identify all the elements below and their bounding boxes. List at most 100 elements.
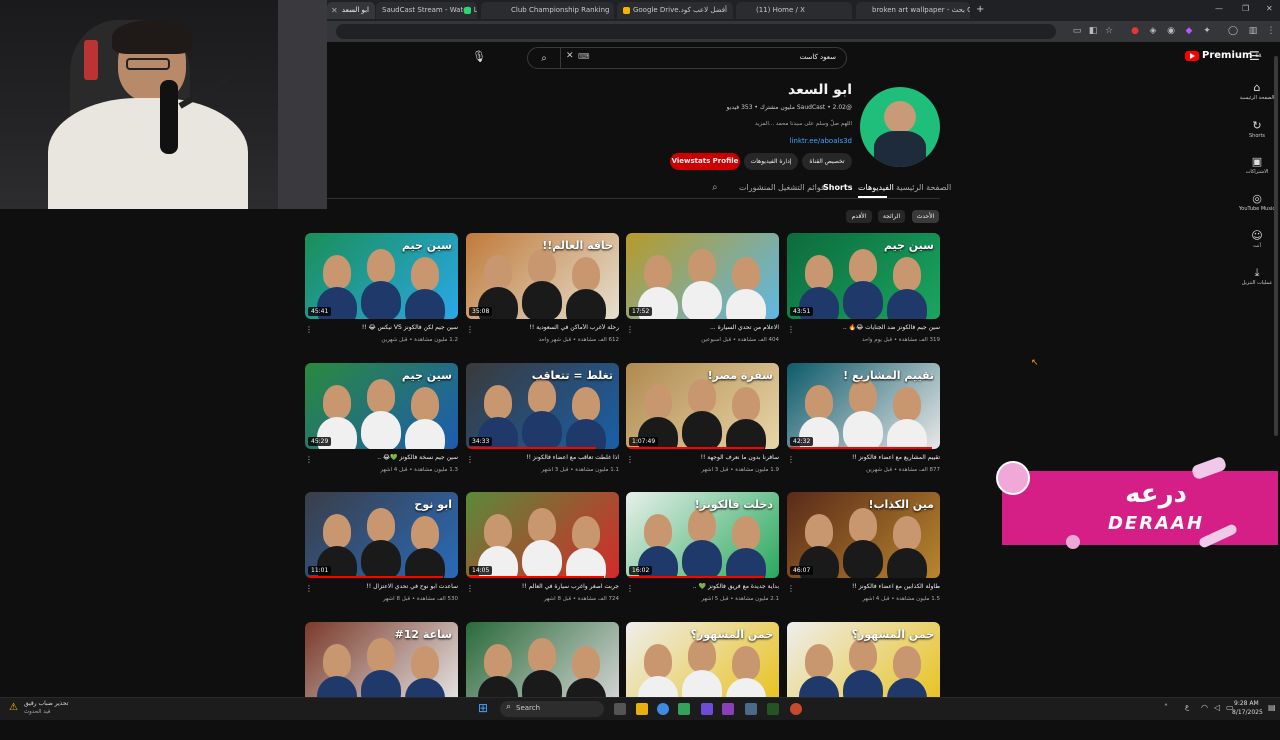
video-title[interactable]: سين جيم فالكونز ضد الجنايات 😂🔥 ..: [795, 324, 940, 331]
video-menu-icon[interactable]: ⋮: [466, 325, 474, 334]
chip-oldest[interactable]: الأقدم: [846, 210, 872, 223]
video-menu-icon[interactable]: ⋮: [466, 455, 474, 464]
video-thumbnail[interactable]: ابو نوح 11:01: [305, 492, 458, 578]
tray-chevron-icon[interactable]: ˄: [1164, 703, 1168, 712]
weather-title[interactable]: تحذير ضباب رقيق: [24, 700, 68, 707]
video-card[interactable]: 17:52 الاعلام من تحدي السيارة ... 404 ألف …: [626, 233, 779, 351]
video-thumbnail[interactable]: خمن المشهور؟: [787, 622, 940, 708]
channel-tab-playlists[interactable]: قوائم التشغيل: [778, 183, 825, 192]
tab-channel[interactable]: ابو السعد ✕: [327, 2, 375, 19]
video-thumbnail[interactable]: ساعة 12#: [305, 622, 458, 708]
video-card[interactable]: [466, 622, 619, 740]
app-icon[interactable]: [745, 703, 757, 715]
video-menu-icon[interactable]: ⋮: [466, 584, 474, 593]
extension-icon[interactable]: ●: [1130, 26, 1140, 36]
search-button[interactable]: ⌕: [528, 48, 561, 68]
volume-icon[interactable]: ◁: [1214, 703, 1220, 712]
hamburger-menu-icon[interactable]: ☰: [1249, 49, 1260, 63]
tab-x-home[interactable]: (11) Home / X: [736, 2, 852, 19]
app-icon[interactable]: [678, 703, 690, 715]
search-box[interactable]: ⌕ ✕ ⌨ سعود كاست: [527, 47, 847, 69]
video-title[interactable]: سين جيم لكن فالكونز VS نيكس 😂 !!: [313, 324, 458, 331]
chip-popular[interactable]: الرائجة: [878, 210, 905, 223]
channel-tab-shorts[interactable]: Shorts: [823, 183, 852, 192]
channel-tab-videos[interactable]: الفيديوهات: [858, 183, 894, 192]
video-card[interactable]: ساعة 12#: [305, 622, 458, 740]
video-thumbnail[interactable]: خمن المشهور؟: [626, 622, 779, 708]
video-card[interactable]: حافة العالم!! 35:08 رحلة لأغرب الأماكن في …: [466, 233, 619, 351]
sidebar-icon[interactable]: ▥: [1248, 26, 1258, 36]
clock-date[interactable]: 8/17/2025: [1232, 709, 1263, 716]
video-menu-icon[interactable]: ⋮: [626, 325, 634, 334]
app-icon[interactable]: [722, 703, 734, 715]
translate-icon[interactable]: ◧: [1088, 26, 1098, 36]
puzzle-icon[interactable]: ✦: [1202, 26, 1212, 36]
close-window-icon[interactable]: ✕: [1266, 4, 1273, 13]
channel-tab-home[interactable]: الصفحة الرئيسية: [896, 183, 951, 192]
video-title[interactable]: جربت اصغر واغرب سيارة في العالم !!: [474, 583, 619, 590]
video-thumbnail[interactable]: 14:05: [466, 492, 619, 578]
video-card[interactable]: تغلط = تتعاقب 34:33 اذا غلطت تعاقب مع اعضا…: [466, 363, 619, 481]
video-thumbnail[interactable]: تقييم المشاريع ! 42:32: [787, 363, 940, 449]
video-thumbnail[interactable]: سفرة مصر! 1:07:49: [626, 363, 779, 449]
video-menu-icon[interactable]: ⋮: [626, 584, 634, 593]
profile-icon[interactable]: ◯: [1228, 26, 1238, 36]
task-view-icon[interactable]: [614, 703, 626, 715]
keyboard-icon[interactable]: ⌨: [578, 52, 590, 61]
wifi-icon[interactable]: ◠: [1201, 703, 1208, 712]
video-title[interactable]: بداية جديدة مع فريق فالكونز 💚 ..: [634, 583, 779, 590]
weather-warning-icon[interactable]: ⚠: [9, 702, 18, 713]
video-thumbnail[interactable]: سين جيم 45:41: [305, 233, 458, 319]
extension-icon[interactable]: ◉: [1166, 26, 1176, 36]
video-thumbnail[interactable]: حافة العالم!! 35:08: [466, 233, 619, 319]
video-title[interactable]: ساعدت ابو نوح في تحدي الاعتزال !!: [313, 583, 458, 590]
video-thumbnail[interactable]: سين جيم 45:29: [305, 363, 458, 449]
video-card[interactable]: تقييم المشاريع ! 42:32 تقييم المشاريع مع ا…: [787, 363, 940, 481]
video-thumbnail[interactable]: تغلط = تتعاقب 34:33: [466, 363, 619, 449]
maximize-icon[interactable]: ❐: [1242, 4, 1249, 13]
video-card[interactable]: دخلت فالكونز! 16:02 بداية جديدة مع فريق فا…: [626, 492, 779, 610]
microphone-icon[interactable]: 🎙: [472, 50, 486, 63]
manage-videos-button[interactable]: إدارة الفيديوهات: [744, 153, 798, 170]
channel-search-icon[interactable]: ⌕: [712, 182, 718, 193]
chrome-icon[interactable]: [657, 703, 669, 715]
file-explorer-icon[interactable]: [636, 703, 648, 715]
video-thumbnail[interactable]: سين جيم 43:51: [787, 233, 940, 319]
customize-channel-button[interactable]: تخصيص القناة: [802, 153, 852, 170]
minimize-icon[interactable]: —: [1215, 4, 1223, 13]
video-title[interactable]: سافرنا بدون ما نعرف الوجهة !!: [634, 454, 779, 461]
video-menu-icon[interactable]: ⋮: [787, 455, 795, 464]
video-menu-icon[interactable]: ⋮: [787, 325, 795, 334]
cast-icon[interactable]: ▭: [1072, 26, 1082, 36]
excel-icon[interactable]: [767, 703, 779, 715]
video-thumbnail[interactable]: دخلت فالكونز! 16:02: [626, 492, 779, 578]
video-card[interactable]: ابو نوح 11:01 ساعدت ابو نوح في تحدي الاعتز…: [305, 492, 458, 610]
star-icon[interactable]: ☆: [1104, 26, 1114, 36]
video-menu-icon[interactable]: ⋮: [305, 455, 313, 464]
video-thumbnail[interactable]: [466, 622, 619, 708]
video-thumbnail[interactable]: 17:52: [626, 233, 779, 319]
clock-time[interactable]: 9:28 AM: [1234, 700, 1259, 707]
extension-icon[interactable]: ◆: [1184, 26, 1194, 36]
video-card[interactable]: سفرة مصر! 1:07:49 سافرنا بدون ما نعرف الوج…: [626, 363, 779, 481]
taskbar-search[interactable]: ⌕ Search: [500, 701, 604, 717]
omnibox[interactable]: [336, 24, 1056, 39]
tab-club-ranking[interactable]: Club Championship Ranking: [481, 2, 614, 19]
video-menu-icon[interactable]: ⋮: [305, 325, 313, 334]
chip-latest[interactable]: الأحدث: [912, 210, 939, 223]
video-title[interactable]: سين جيم نسخة فالكونز 💚😂 ..: [313, 454, 458, 461]
video-card[interactable]: خمن المشهور؟: [626, 622, 779, 740]
video-card[interactable]: 14:05 جربت اصغر واغرب سيارة في العالم !! 7…: [466, 492, 619, 610]
tab-saudcast-stream[interactable]: SaudCast Stream - Watch Live: [376, 2, 477, 19]
video-menu-icon[interactable]: ⋮: [305, 584, 313, 593]
video-menu-icon[interactable]: ⋮: [626, 455, 634, 464]
video-card[interactable]: سين جيم 45:41 سين جيم لكن فالكونز VS نيكس …: [305, 233, 458, 351]
tab-google-drive[interactable]: أفضل لاعب كود.Google Drive: [617, 2, 733, 19]
windows-start-icon[interactable]: ⊞: [478, 701, 488, 715]
viewstats-profile-button[interactable]: Viewstats Profile: [670, 153, 740, 170]
video-card[interactable]: سين جيم 43:51 سين جيم فالكونز ضد الجنايات …: [787, 233, 940, 351]
video-title[interactable]: رحلة لأغرب الأماكن في السعودية !!: [474, 324, 620, 331]
discord-icon[interactable]: [701, 703, 713, 715]
new-tab-button[interactable]: +: [976, 4, 984, 15]
channel-tab-posts[interactable]: المنشورات: [739, 183, 776, 192]
